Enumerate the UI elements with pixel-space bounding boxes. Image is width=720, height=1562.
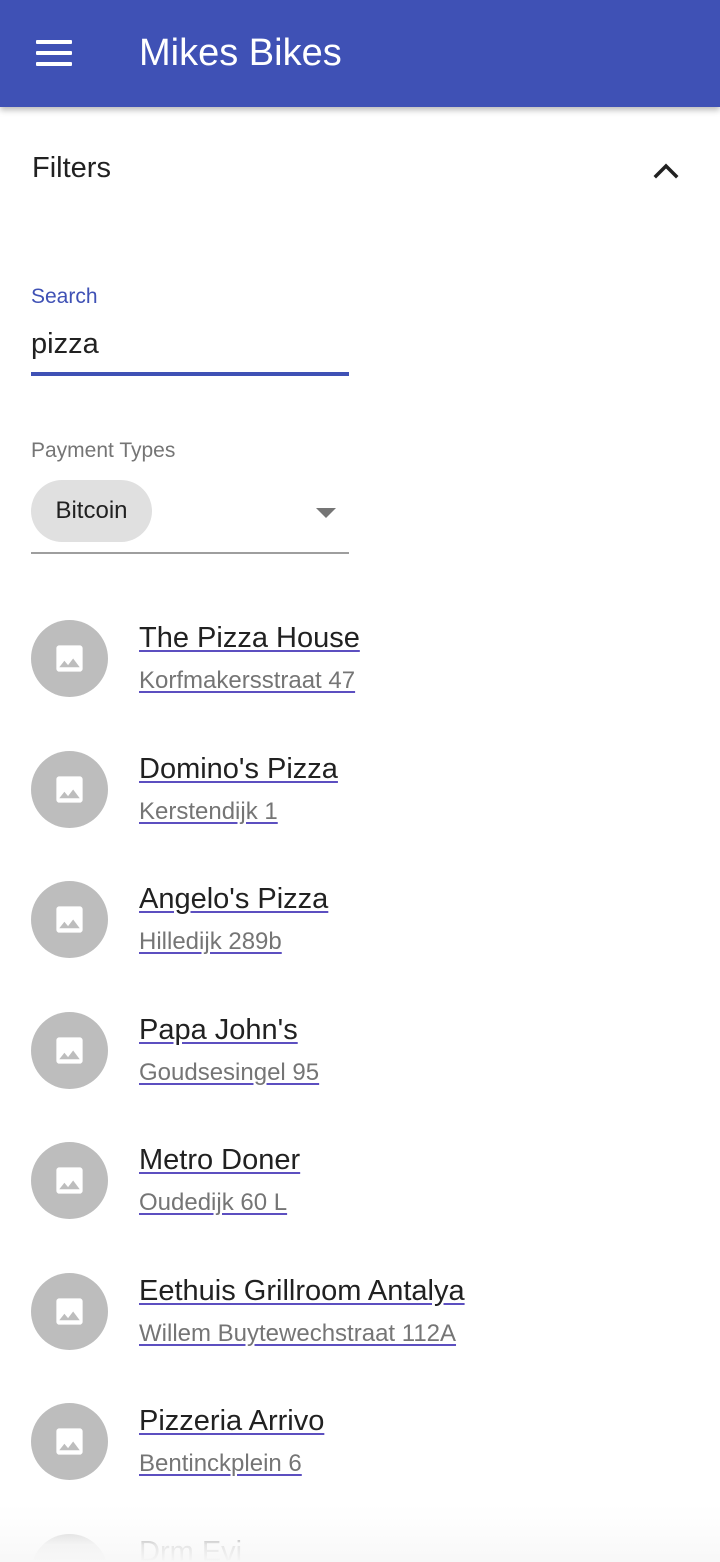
list-item[interactable]: Metro Doner Oudedijk 60 L [0, 1112, 720, 1242]
image-icon [56, 1428, 83, 1455]
menu-icon-line-2 [36, 51, 72, 55]
avatar [31, 1012, 108, 1089]
image-icon [56, 1167, 83, 1194]
item-name-link[interactable]: Eethuis Grillroom Antalya [139, 1273, 465, 1309]
item-name-link[interactable]: Pizzeria Arrivo [139, 1403, 324, 1439]
avatar [31, 1403, 108, 1480]
avatar [31, 1142, 108, 1219]
item-name-link[interactable]: Papa John's [139, 1012, 298, 1048]
list-item[interactable]: Eethuis Grillroom Antalya Willem Buytewe… [0, 1243, 720, 1373]
search-input-underline [31, 372, 349, 376]
item-name-link[interactable]: Domino's Pizza [139, 751, 338, 787]
payment-types-underline [31, 552, 349, 554]
item-address-link[interactable]: Korfmakersstraat 47 [139, 666, 355, 696]
payment-types-select[interactable]: Bitcoin [31, 480, 349, 554]
item-address-link[interactable]: Willem Buytewechstraat 112A [139, 1319, 456, 1349]
payment-types-label: Payment Types [31, 439, 176, 462]
app-title: Mikes Bikes [139, 32, 342, 74]
arrow-drop-down-icon[interactable] [316, 508, 336, 518]
app-bar: Mikes Bikes [0, 0, 720, 107]
avatar [31, 1534, 108, 1562]
menu-icon-line-1 [36, 40, 72, 44]
avatar [31, 751, 108, 828]
filters-title: Filters [32, 152, 111, 184]
search-label: Search [31, 285, 98, 308]
item-name-link[interactable]: Metro Doner [139, 1142, 300, 1178]
search-input[interactable] [31, 322, 349, 366]
list-item[interactable]: Domino's Pizza Kerstendijk 1 [0, 721, 720, 851]
list-item[interactable]: Angelo's Pizza Hilledijk 289b [0, 851, 720, 981]
item-address-link[interactable]: Goudsesingel 95 [139, 1058, 319, 1088]
item-name-link[interactable]: Drm Evi [139, 1534, 242, 1562]
list-item[interactable]: The Pizza House Korfmakersstraat 47 [0, 590, 720, 720]
image-icon [56, 776, 83, 803]
filters-panel-header[interactable]: Filters [0, 108, 720, 232]
list-item[interactable]: Papa John's Goudsesingel 95 [0, 982, 720, 1112]
avatar [31, 881, 108, 958]
menu-button[interactable] [28, 32, 80, 74]
image-icon [56, 1037, 83, 1064]
item-address-link[interactable]: Bentinckplein 6 [139, 1449, 302, 1479]
list-item[interactable]: Drm Evi [0, 1504, 720, 1562]
image-icon [56, 645, 83, 672]
payment-type-chip-bitcoin[interactable]: Bitcoin [31, 480, 152, 542]
avatar [31, 1273, 108, 1350]
image-icon [56, 1298, 83, 1325]
chevron-up-icon [653, 163, 679, 179]
item-name-link[interactable]: The Pizza House [139, 620, 360, 656]
item-name-link[interactable]: Angelo's Pizza [139, 881, 328, 917]
list-item[interactable]: Pizzeria Arrivo Bentinckplein 6 [0, 1373, 720, 1503]
payment-type-chip-label: Bitcoin [55, 497, 128, 524]
item-address-link[interactable]: Kerstendijk 1 [139, 797, 278, 827]
image-icon [56, 1559, 83, 1562]
avatar [31, 620, 108, 697]
item-address-link[interactable]: Oudedijk 60 L [139, 1188, 287, 1218]
collapse-filters-button[interactable] [644, 148, 688, 192]
item-address-link[interactable]: Hilledijk 289b [139, 927, 282, 957]
menu-icon-line-3 [36, 62, 72, 66]
image-icon [56, 906, 83, 933]
